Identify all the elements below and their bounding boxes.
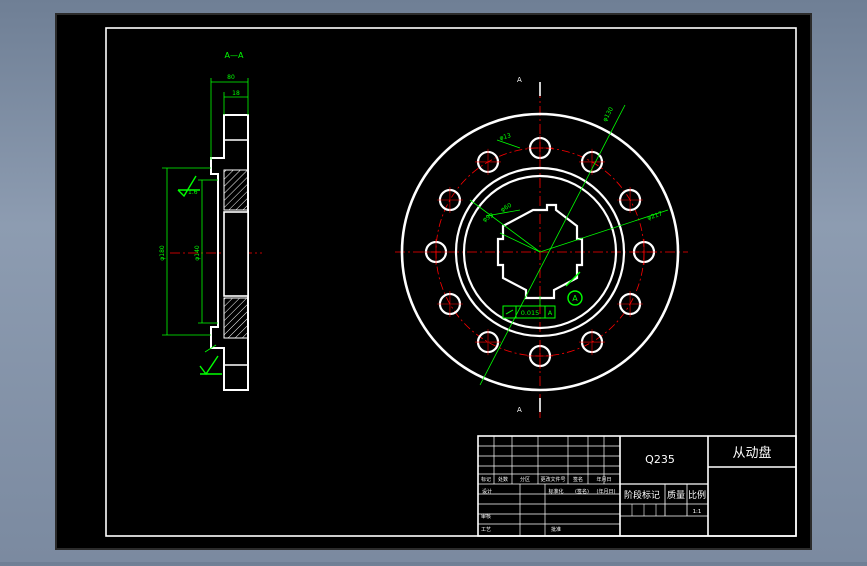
part-name: 从动盘 xyxy=(732,445,771,461)
title-block-role-label: 批准 xyxy=(551,526,561,533)
section-hatch-upper xyxy=(223,169,249,211)
datum-letter: A xyxy=(572,294,578,303)
mass-label: 质量 xyxy=(667,489,685,501)
section-hatch-lower xyxy=(223,297,249,339)
dim-inner-diameter: φ140 xyxy=(194,245,201,261)
title-block-design-field: 设计 xyxy=(482,488,492,495)
title-block-design-field: 标准化 xyxy=(548,488,563,495)
title-block-header: 处数 xyxy=(498,476,508,483)
title-block-role-label: 工艺 xyxy=(481,527,491,533)
tolerance-value: 0.015 xyxy=(521,309,540,317)
title-block-header: 更改文件号 xyxy=(540,476,565,483)
section-label: A—A xyxy=(225,51,244,60)
title-block-header: 签名 xyxy=(573,476,583,483)
cad-viewport[interactable]: A—A 80 18 φ180 φ140 1.6 A A φ130 φ13 φ99… xyxy=(0,0,867,562)
title-block-role-label: 审核 xyxy=(481,513,491,520)
title-block-design-field: (年月日) xyxy=(597,488,616,495)
title-block-design-field: (签名) xyxy=(575,488,589,495)
title-block-header: 年月日 xyxy=(596,476,611,483)
dim-outer-diameter: φ180 xyxy=(159,245,166,261)
section-mark-bottom: A xyxy=(517,406,522,414)
scale-label: 比例 xyxy=(688,489,706,501)
drawing-canvas[interactable] xyxy=(55,13,812,550)
dim-width-hub: 18 xyxy=(232,90,240,97)
section-bore xyxy=(223,211,249,297)
section-mark-top: A xyxy=(517,76,522,84)
dim-width-total: 80 xyxy=(227,74,235,81)
title-block-header: 标记 xyxy=(481,476,491,483)
scale-value: 1:1 xyxy=(693,509,702,515)
material-name: Q235 xyxy=(645,453,675,466)
tolerance-datum: A xyxy=(548,309,553,317)
stage-label: 阶段标记 xyxy=(624,489,660,501)
roughness-value: 1.6 xyxy=(188,189,198,196)
title-block-header: 分区 xyxy=(520,476,530,483)
